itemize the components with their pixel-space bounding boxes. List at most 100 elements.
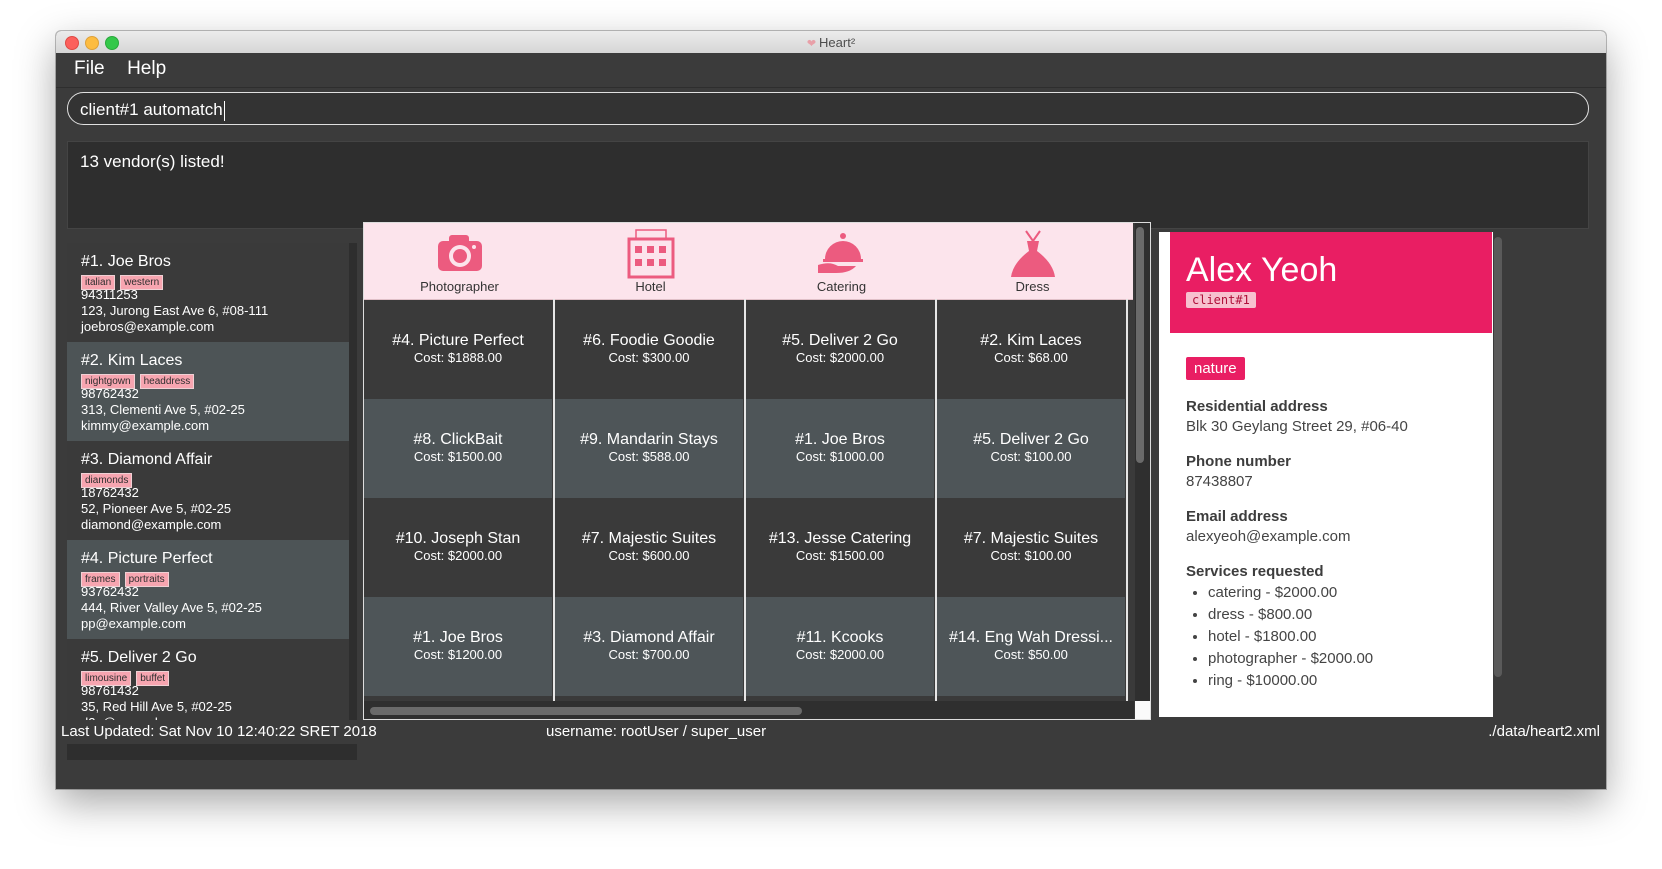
cell-vendor-name: #4. Picture Perfect — [392, 332, 524, 349]
service-header-dress: Dress — [937, 223, 1128, 299]
result-text: 13 vendor(s) listed! — [80, 152, 225, 171]
column-divider — [1126, 299, 1128, 701]
cell-cost: Cost: $1888.00 — [413, 350, 503, 365]
dress-icon — [1011, 230, 1055, 277]
address-label: Residential address — [1186, 398, 1328, 415]
cell-vendor-name: #7. Majestic Suites — [963, 530, 1099, 547]
camera-icon — [438, 235, 482, 271]
grid-horizontal-scrollbar[interactable] — [370, 707, 802, 715]
vendor-phone: 98762432 — [81, 386, 139, 401]
vendor-phone: 93762432 — [81, 584, 139, 599]
grid-cell[interactable]: #1. Joe Bros Cost: $1200.00 — [364, 597, 552, 696]
vendor-email: pp@example.com — [81, 616, 186, 631]
vendor-tags: italian western — [81, 272, 335, 290]
vendor-name: #3. Diamond Affair — [81, 451, 213, 468]
vendor-card[interactable]: #3. Diamond Affair diamonds 18762432 52,… — [67, 441, 349, 540]
cell-cost: Cost: $2000.00 — [413, 548, 503, 563]
grid-cell[interactable]: #7. Majestic Suites Cost: $600.00 — [555, 498, 743, 597]
title-bar: ❤ Heart² — [56, 31, 1606, 54]
grid-cell[interactable]: #9. Mandarin Stays Cost: $588.00 — [555, 399, 743, 498]
grid-cell[interactable]: #13. Jesse Catering Cost: $1500.00 — [746, 498, 934, 597]
command-area: client#1 automatch — [56, 88, 1606, 133]
service-item: photographer - $2000.00 — [1208, 648, 1373, 670]
cell-cost: Cost: $100.00 — [990, 449, 1072, 464]
command-input[interactable]: client#1 automatch — [67, 92, 1589, 125]
cell-cost: Cost: $1500.00 — [413, 449, 503, 464]
scroll-corner — [1135, 701, 1150, 719]
grid-cell[interactable]: #1. Joe Bros Cost: $1000.00 — [746, 399, 934, 498]
cell-vendor-name: #14. Eng Wah Dressi... — [949, 629, 1113, 646]
client-id-badge: client#1 — [1186, 292, 1256, 308]
grid-vertical-scrollbar[interactable] — [1136, 227, 1144, 463]
app-window: ❤ Heart² File Help client#1 automatch 13 … — [56, 31, 1606, 789]
services-section: Services requested catering - $2000.00 d… — [1186, 563, 1373, 692]
cell-vendor-name: #9. Mandarin Stays — [580, 431, 718, 448]
username: username: rootUser / super_user — [546, 723, 767, 740]
email-value: alexyeoh@example.com — [1186, 528, 1351, 545]
grid-cell[interactable]: #11. Kcooks Cost: $2000.00 — [746, 597, 934, 696]
cell-cost: Cost: $2000.00 — [795, 350, 885, 365]
text-cursor — [223, 100, 225, 121]
cell-cost: Cost: $50.00 — [994, 647, 1068, 662]
menu-file[interactable]: File — [56, 53, 114, 80]
cell-vendor-name: #7. Majestic Suites — [581, 530, 717, 547]
grid-cell[interactable]: #3. Diamond Affair Cost: $700.00 — [555, 597, 743, 696]
grid-cell[interactable]: #8. ClickBait Cost: $1500.00 — [364, 399, 552, 498]
client-detail-scrollbar[interactable] — [1494, 237, 1502, 677]
vendor-name: #1. Joe Bros — [81, 253, 171, 270]
service-header-photographer: Photographer — [364, 223, 555, 299]
cell-vendor-name: #8. ClickBait — [413, 431, 503, 448]
vendor-phone: 18762432 — [81, 485, 139, 500]
cell-cost: Cost: $300.00 — [608, 350, 690, 365]
phone-label: Phone number — [1186, 453, 1292, 470]
grid-cell[interactable]: #7. Majestic Suites Cost: $100.00 — [937, 498, 1125, 597]
vendor-tags: frames portraits — [81, 569, 335, 587]
cell-cost: Cost: $2000.00 — [795, 647, 885, 662]
save-file-path: ./data/heart2.xml — [1488, 723, 1600, 740]
grid-cell[interactable]: #5. Deliver 2 Go Cost: $2000.00 — [746, 300, 934, 399]
grid-cell[interactable]: #10. Joseph Stan Cost: $2000.00 — [364, 498, 552, 597]
service-header-row: Photographer Hotel Catering Dress — [364, 223, 1133, 300]
cell-cost: Cost: $1000.00 — [795, 449, 885, 464]
vendor-tags: limousine buffet — [81, 668, 335, 686]
vendor-list[interactable]: #1. Joe Bros italian western 94311253 123… — [67, 243, 357, 760]
vendor-card[interactable]: #1. Joe Bros italian western 94311253 123… — [67, 243, 349, 342]
heart-logo-icon: ❤ — [806, 38, 817, 50]
service-item: hotel - $1800.00 — [1208, 626, 1373, 648]
service-header-catering: Catering — [746, 223, 937, 299]
last-updated: Last Updated: Sat Nov 10 12:40:22 SRET 2… — [61, 723, 377, 740]
vendor-email: kimmy@example.com — [81, 418, 210, 433]
service-item: ring - $10000.00 — [1208, 670, 1373, 692]
menu-help[interactable]: Help — [109, 53, 175, 80]
grid-cell[interactable]: #2. Kim Laces Cost: $68.00 — [937, 300, 1125, 399]
cell-cost: Cost: $1200.00 — [413, 647, 503, 662]
service-item: dress - $800.00 — [1208, 604, 1373, 626]
services-list: catering - $2000.00 dress - $800.00 hote… — [1186, 582, 1373, 692]
vendor-address: 313, Clementi Ave 5, #02-25 — [81, 402, 245, 417]
vendor-email: joebros@example.com — [81, 319, 215, 334]
grid-cell[interactable]: #6. Foodie Goodie Cost: $300.00 — [555, 300, 743, 399]
column-divider — [744, 299, 746, 701]
grid-cell[interactable]: #4. Picture Perfect Cost: $1888.00 — [364, 300, 552, 399]
window-title-text: Heart² — [819, 35, 856, 50]
vendor-tags: nightgown headdress — [81, 371, 335, 389]
email-section: Email address alexyeoh@example.com — [1186, 508, 1350, 545]
column-divider — [553, 299, 555, 701]
address-section: Residential address Blk 30 Geylang Stree… — [1186, 398, 1408, 435]
vendor-card[interactable]: #4. Picture Perfect frames portraits 9376… — [67, 540, 349, 639]
grid-cell[interactable]: #14. Eng Wah Dressi... Cost: $50.00 — [937, 597, 1125, 696]
cloche-icon — [818, 233, 863, 273]
service-label: Catering — [816, 279, 867, 294]
result-display: 13 vendor(s) listed! — [67, 141, 1589, 229]
status-bar: Last Updated: Sat Nov 10 12:40:22 SRET 2… — [56, 720, 1606, 744]
cell-vendor-name: #3. Diamond Affair — [583, 629, 715, 646]
cell-vendor-name: #11. Kcooks — [796, 629, 884, 646]
vendor-address: 35, Red Hill Ave 5, #02-25 — [81, 699, 232, 714]
vendor-card[interactable]: #2. Kim Laces nightgown headdress 9876243… — [67, 342, 349, 441]
vendor-tag: buffet — [136, 671, 170, 686]
grid-cell[interactable]: #5. Deliver 2 Go Cost: $100.00 — [937, 399, 1125, 498]
service-label: Photographer — [420, 279, 499, 294]
column-divider — [935, 299, 937, 701]
cell-vendor-name: #5. Deliver 2 Go — [973, 431, 1089, 448]
cell-vendor-name: #2. Kim Laces — [980, 332, 1082, 349]
